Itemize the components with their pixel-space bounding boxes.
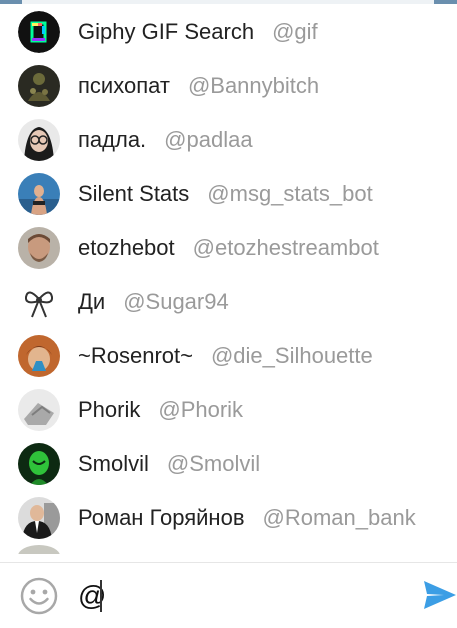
- user-avatar: [18, 173, 60, 215]
- list-item[interactable]: Giphy GIF Search @gif: [0, 5, 457, 59]
- list-item[interactable]: etozhebot @etozhestreambot: [0, 221, 457, 275]
- list-item[interactable]: психопат @Bannybitch: [0, 59, 457, 113]
- suggestion-username: @Smolvil: [166, 451, 261, 476]
- suggestion-name: психопат: [78, 73, 170, 98]
- suggestion-name: Phorik: [78, 397, 141, 422]
- suggestion-username: @padlaa: [164, 127, 253, 152]
- suggestion-username: @gif: [272, 19, 318, 44]
- message-composer: [0, 563, 457, 628]
- suggestion-name: etozhebot: [78, 235, 175, 260]
- top-edge: [0, 0, 457, 4]
- user-avatar: [18, 497, 60, 539]
- user-avatar: [18, 227, 60, 269]
- suggestion-username: @die_Silhouette: [210, 343, 373, 368]
- list-item[interactable]: падла. @padlaa: [0, 113, 457, 167]
- user-avatar: [18, 389, 60, 431]
- suggestion-username: @Roman_bank: [262, 505, 416, 530]
- suggestion-name: Smolvil: [78, 451, 149, 476]
- user-avatar: [18, 119, 60, 161]
- suggestion-name: Ди: [78, 289, 106, 314]
- suggestion-name: падла.: [78, 127, 147, 152]
- suggestion-username: @Bannybitch: [187, 73, 320, 98]
- mention-suggestion-list[interactable]: Giphy GIF Search @gif психопат @Bannybitch: [0, 5, 457, 554]
- suggestion-username: @etozhestreambot: [192, 235, 379, 260]
- suggestion-username: @Sugar94: [123, 289, 229, 314]
- giphy-logo-icon: [18, 11, 60, 53]
- text-caret: [100, 580, 102, 612]
- user-avatar: [18, 443, 60, 485]
- suggestion-username: @Phorik: [158, 397, 244, 422]
- list-item[interactable]: Роман Горяйнов @Roman_bank: [0, 491, 457, 545]
- suggestion-name: ~Rosenrot~: [78, 343, 193, 368]
- list-item[interactable]: ~Rosenrot~ @die_Silhouette: [0, 329, 457, 383]
- list-item[interactable]: Smolvil @Smolvil: [0, 437, 457, 491]
- suggestion-name: Роман Горяйнов: [78, 505, 245, 530]
- smiley-icon[interactable]: [20, 577, 58, 615]
- list-item[interactable]: Ди @Sugar94: [0, 275, 457, 329]
- list-item[interactable]: [0, 545, 457, 554]
- message-input[interactable]: [78, 576, 408, 616]
- list-item[interactable]: Silent Stats @msg_stats_bot: [0, 167, 457, 221]
- send-icon[interactable]: [422, 577, 457, 613]
- suggestion-name: Silent Stats: [78, 181, 190, 206]
- suggestion-username: @msg_stats_bot: [207, 181, 373, 206]
- user-avatar: [18, 545, 60, 554]
- user-avatar: [18, 335, 60, 377]
- suggestion-name: Giphy GIF Search: [78, 19, 255, 44]
- user-avatar: [18, 65, 60, 107]
- list-item[interactable]: Phorik @Phorik: [0, 383, 457, 437]
- bow-icon: [18, 281, 60, 323]
